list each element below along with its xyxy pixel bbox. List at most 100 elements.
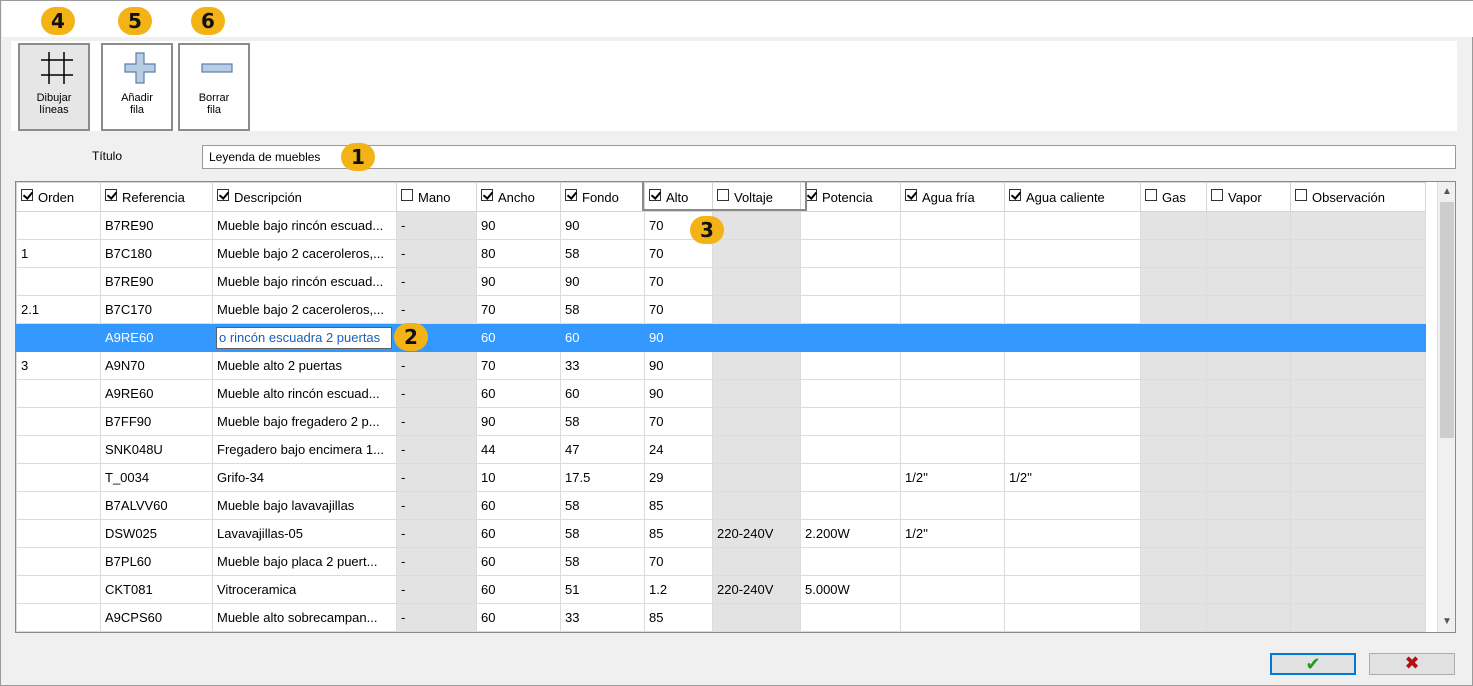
cell-potencia[interactable] [800, 323, 901, 352]
cell-potencia[interactable] [800, 211, 901, 240]
cell-gas[interactable] [1140, 239, 1207, 268]
cell-voltaje[interactable] [712, 491, 801, 520]
table-row[interactable]: B7PL60 Mueble bajo placa 2 puert... -60 58 7… [16, 547, 1426, 576]
cell-potencia[interactable] [800, 295, 901, 324]
cell-orden[interactable] [16, 463, 101, 492]
scroll-thumb[interactable] [1440, 202, 1454, 438]
cell-observacion[interactable] [1290, 407, 1426, 436]
cell-gas[interactable] [1140, 547, 1207, 576]
cell-fondo[interactable]: 58 [560, 407, 645, 436]
cell-referencia[interactable]: B7FF90 [100, 407, 213, 436]
cell-alto[interactable]: 70 [644, 267, 713, 296]
cell-orden[interactable] [16, 547, 101, 576]
cell-observacion[interactable] [1290, 519, 1426, 548]
cell-descripcion[interactable]: Mueble bajo lavavajillas [212, 491, 397, 520]
cell-fondo[interactable]: 58 [560, 547, 645, 576]
cell-agua-fria[interactable] [900, 407, 1005, 436]
cell-referencia[interactable]: A9RE60 [100, 379, 213, 408]
cell-observacion[interactable] [1290, 295, 1426, 324]
cell-agua-fria[interactable] [900, 267, 1005, 296]
cell-agua-fria[interactable]: 1/2'' [900, 519, 1005, 548]
cell-orden[interactable]: 1 [16, 239, 101, 268]
cell-descripcion[interactable]: Vitroceramica [212, 575, 397, 604]
cell-potencia[interactable] [800, 351, 901, 380]
cell-orden[interactable] [16, 211, 101, 240]
column-header-agua-fria[interactable]: Agua fría [900, 182, 1005, 212]
cell-agua-fria[interactable] [900, 435, 1005, 464]
table-row[interactable]: A9RE60 o rincón escuadra 2 puertas 60 60 90 [16, 323, 1426, 352]
cell-vapor[interactable] [1206, 379, 1291, 408]
column-visibility-checkbox[interactable] [401, 188, 413, 201]
cell-alto[interactable]: 85 [644, 519, 713, 548]
column-visibility-checkbox[interactable] [1211, 188, 1223, 201]
cell-ancho[interactable]: 70 [476, 295, 561, 324]
cell-descripcion[interactable]: Grifo-34 [212, 463, 397, 492]
scroll-down-arrow-icon[interactable]: ▼ [1438, 613, 1455, 631]
column-header-gas[interactable]: Gas [1140, 182, 1207, 212]
cell-mano[interactable]: - [396, 547, 477, 576]
column-visibility-checkbox[interactable] [105, 188, 117, 201]
cell-gas[interactable] [1140, 463, 1207, 492]
cell-orden[interactable]: 2.1 [16, 295, 101, 324]
cell-orden[interactable]: 3 [16, 351, 101, 380]
column-header-vapor[interactable]: Vapor [1206, 182, 1291, 212]
cell-voltaje[interactable] [712, 435, 801, 464]
cell-mano[interactable]: - [396, 491, 477, 520]
cell-mano[interactable]: - [396, 211, 477, 240]
cell-vapor[interactable] [1206, 547, 1291, 576]
cell-voltaje[interactable] [712, 323, 801, 352]
cell-alto[interactable]: 90 [644, 323, 713, 352]
cell-voltaje[interactable] [712, 379, 801, 408]
cell-vapor[interactable] [1206, 295, 1291, 324]
cell-vapor[interactable] [1206, 519, 1291, 548]
cancel-button[interactable]: ✖ [1369, 653, 1455, 675]
column-header-alto[interactable]: Alto [644, 182, 713, 212]
cell-vapor[interactable] [1206, 435, 1291, 464]
cell-agua-caliente[interactable] [1004, 239, 1141, 268]
cell-fondo[interactable]: 17.5 [560, 463, 645, 492]
cell-mano[interactable]: - [396, 519, 477, 548]
cell-alto[interactable]: 85 [644, 491, 713, 520]
scroll-up-arrow-icon[interactable]: ▲ [1438, 183, 1455, 201]
cell-mano[interactable]: - [396, 407, 477, 436]
cell-fondo[interactable]: 33 [560, 603, 645, 632]
cell-referencia[interactable]: A9CPS60 [100, 603, 213, 632]
cell-agua-caliente[interactable] [1004, 295, 1141, 324]
cell-agua-fria[interactable] [900, 379, 1005, 408]
column-visibility-checkbox[interactable] [1009, 188, 1021, 201]
cell-gas[interactable] [1140, 435, 1207, 464]
cell-descripcion[interactable]: Lavavajillas-05 [212, 519, 397, 548]
cell-agua-fria[interactable]: 1/2'' [900, 463, 1005, 492]
cell-orden[interactable] [16, 519, 101, 548]
cell-mano[interactable]: - [396, 351, 477, 380]
cell-gas[interactable] [1140, 295, 1207, 324]
cell-gas[interactable] [1140, 519, 1207, 548]
cell-vapor[interactable] [1206, 323, 1291, 352]
column-visibility-checkbox[interactable] [481, 188, 493, 201]
cell-agua-fria[interactable] [900, 239, 1005, 268]
ok-button[interactable]: ✔ [1270, 653, 1356, 675]
cell-agua-caliente[interactable] [1004, 435, 1141, 464]
cell-alto[interactable]: 24 [644, 435, 713, 464]
cell-descripcion[interactable]: Mueble bajo rincón escuad... [212, 267, 397, 296]
cell-orden[interactable] [16, 267, 101, 296]
cell-descripcion[interactable]: Mueble bajo 2 caceroleros,... [212, 239, 397, 268]
cell-gas[interactable] [1140, 603, 1207, 632]
cell-orden[interactable] [16, 407, 101, 436]
cell-agua-fria[interactable] [900, 547, 1005, 576]
column-visibility-checkbox[interactable] [905, 188, 917, 201]
cell-agua-fria[interactable] [900, 295, 1005, 324]
cell-gas[interactable] [1140, 267, 1207, 296]
cell-voltaje[interactable]: 220-240V [712, 519, 801, 548]
cell-fondo[interactable]: 90 [560, 211, 645, 240]
cell-fondo[interactable]: 58 [560, 519, 645, 548]
cell-agua-caliente[interactable] [1004, 267, 1141, 296]
cell-gas[interactable] [1140, 323, 1207, 352]
cell-voltaje[interactable] [712, 295, 801, 324]
cell-referencia[interactable]: CKT081 [100, 575, 213, 604]
cell-voltaje[interactable] [712, 239, 801, 268]
cell-agua-caliente[interactable] [1004, 407, 1141, 436]
cell-ancho[interactable]: 80 [476, 239, 561, 268]
cell-descripcion[interactable]: Mueble bajo rincón escuad... [212, 211, 397, 240]
cell-agua-caliente[interactable] [1004, 575, 1141, 604]
